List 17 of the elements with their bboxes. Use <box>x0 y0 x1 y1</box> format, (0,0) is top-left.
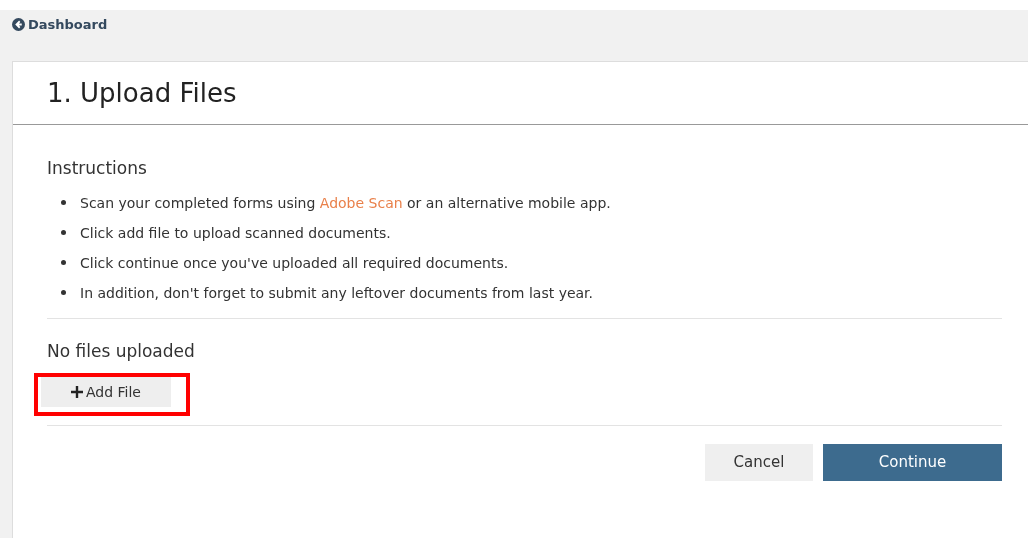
add-file-button[interactable]: Add File <box>41 376 171 407</box>
instruction-text: Click add file to upload scanned documents. <box>80 224 391 241</box>
instruction-text: Scan your completed forms using Adobe Scan or an alternative mobile app. <box>80 194 611 211</box>
cancel-button[interactable]: Cancel <box>705 443 813 481</box>
instruction-text: In addition, don't forget to submit any leftover documents from last year. <box>80 284 594 301</box>
dashboard-link[interactable]: Dashboard <box>12 15 108 33</box>
back-arrow-icon <box>12 17 25 31</box>
card-title: 1. Upload Files <box>47 77 237 108</box>
bullet-icon <box>61 290 66 295</box>
continue-button[interactable]: Continue <box>823 443 1002 481</box>
instruction-text: Click continue once you've uploaded all required documents. <box>80 254 509 271</box>
bullet-icon <box>61 230 66 235</box>
bullet-icon <box>61 260 66 265</box>
instructions-heading: Instructions <box>47 157 148 180</box>
bullet-icon <box>61 200 66 205</box>
files-status: No files uploaded <box>47 340 196 363</box>
plus-icon <box>71 385 83 398</box>
